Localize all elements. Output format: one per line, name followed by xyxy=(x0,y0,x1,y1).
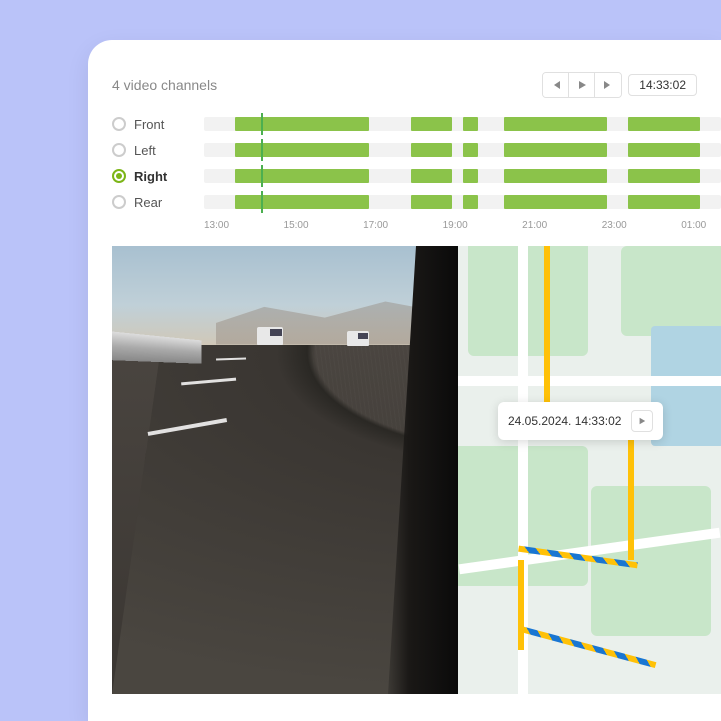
channel-timeline[interactable] xyxy=(204,143,721,157)
route-segment xyxy=(518,560,524,650)
time-tick: 01:00 xyxy=(681,220,706,231)
time-tick: 17:00 xyxy=(363,220,388,231)
radio-icon xyxy=(112,169,126,183)
playhead[interactable] xyxy=(261,191,263,213)
channel-name: Front xyxy=(134,117,164,132)
tooltip-play-button[interactable] xyxy=(631,410,653,432)
playhead[interactable] xyxy=(261,139,263,161)
recording-segment xyxy=(411,143,452,157)
playback-controls: 14:33:02 xyxy=(542,72,697,98)
channel-row: Rear xyxy=(112,190,721,214)
playhead[interactable] xyxy=(261,165,263,187)
channel-name: Left xyxy=(134,143,156,158)
recording-segment xyxy=(504,169,607,183)
time-axis-ticks: 13:00 15:00 17:00 19:00 21:00 23:00 01:00 xyxy=(204,220,721,234)
play-icon xyxy=(577,80,587,90)
time-axis: 13:00 15:00 17:00 19:00 21:00 23:00 01:00 xyxy=(112,220,721,234)
channel-timeline[interactable] xyxy=(204,169,721,183)
channel-selector[interactable]: Rear xyxy=(112,195,194,210)
time-tick: 23:00 xyxy=(602,220,627,231)
channel-name: Rear xyxy=(134,195,162,210)
vehicle xyxy=(257,327,283,345)
channel-timeline[interactable] xyxy=(204,117,721,131)
recording-segment xyxy=(463,169,479,183)
skip-back-icon xyxy=(551,80,561,90)
channel-timeline[interactable] xyxy=(204,195,721,209)
recording-segment xyxy=(235,143,369,157)
recording-segment xyxy=(411,169,452,183)
recording-segment xyxy=(235,195,369,209)
recording-segment xyxy=(463,143,479,157)
skip-forward-icon xyxy=(603,80,613,90)
radio-icon xyxy=(112,195,126,209)
recording-segment xyxy=(504,143,607,157)
time-tick: 21:00 xyxy=(522,220,547,231)
route-segment xyxy=(544,246,550,416)
time-tick: 15:00 xyxy=(284,220,309,231)
media-row: 24.05.2024. 14:33:02 xyxy=(112,246,721,694)
current-time: 14:33:02 xyxy=(628,74,697,96)
recording-segment xyxy=(235,169,369,183)
time-tick: 19:00 xyxy=(443,220,468,231)
recording-segment xyxy=(504,117,607,131)
channel-list: Front Left Right Rear xyxy=(112,112,721,214)
lane-marking xyxy=(181,378,236,386)
channel-row: Left xyxy=(112,138,721,162)
tooltip-timestamp: 24.05.2024. 14:33:02 xyxy=(508,414,621,428)
channel-count-label: 4 video channels xyxy=(112,77,217,93)
channel-selector[interactable]: Right xyxy=(112,169,194,184)
channel-row: Right xyxy=(112,164,721,188)
recording-segment xyxy=(628,169,700,183)
recording-segment xyxy=(628,117,700,131)
video-monitor-panel: 4 video channels 14:33:02 Front Left Right… xyxy=(88,40,721,721)
map-park xyxy=(621,246,721,336)
time-tick: 13:00 xyxy=(204,220,229,231)
vehicle xyxy=(347,331,369,346)
radio-icon xyxy=(112,143,126,157)
video-preview[interactable] xyxy=(112,246,458,694)
recording-segment xyxy=(628,143,700,157)
channel-name: Right xyxy=(134,169,167,184)
channel-selector[interactable]: Front xyxy=(112,117,194,132)
map-park xyxy=(468,246,588,356)
map-road xyxy=(458,376,721,386)
skip-back-button[interactable] xyxy=(543,73,569,97)
channel-row: Front xyxy=(112,112,721,136)
play-icon xyxy=(638,417,646,425)
lane-marking xyxy=(147,418,226,436)
map-tooltip: 24.05.2024. 14:33:02 xyxy=(498,402,663,440)
recording-segment xyxy=(411,117,452,131)
channel-selector[interactable]: Left xyxy=(112,143,194,158)
map-view[interactable]: 24.05.2024. 14:33:02 xyxy=(458,246,721,694)
recording-segment xyxy=(504,195,607,209)
skip-forward-button[interactable] xyxy=(595,73,621,97)
recording-segment xyxy=(463,195,479,209)
recording-segment xyxy=(463,117,479,131)
playhead[interactable] xyxy=(261,113,263,135)
transport-buttons xyxy=(542,72,622,98)
panel-header: 4 video channels 14:33:02 xyxy=(112,72,721,98)
recording-segment xyxy=(235,117,369,131)
recording-segment xyxy=(628,195,700,209)
recording-segment xyxy=(411,195,452,209)
radio-icon xyxy=(112,117,126,131)
play-button[interactable] xyxy=(569,73,595,97)
lane-marking xyxy=(216,357,246,360)
